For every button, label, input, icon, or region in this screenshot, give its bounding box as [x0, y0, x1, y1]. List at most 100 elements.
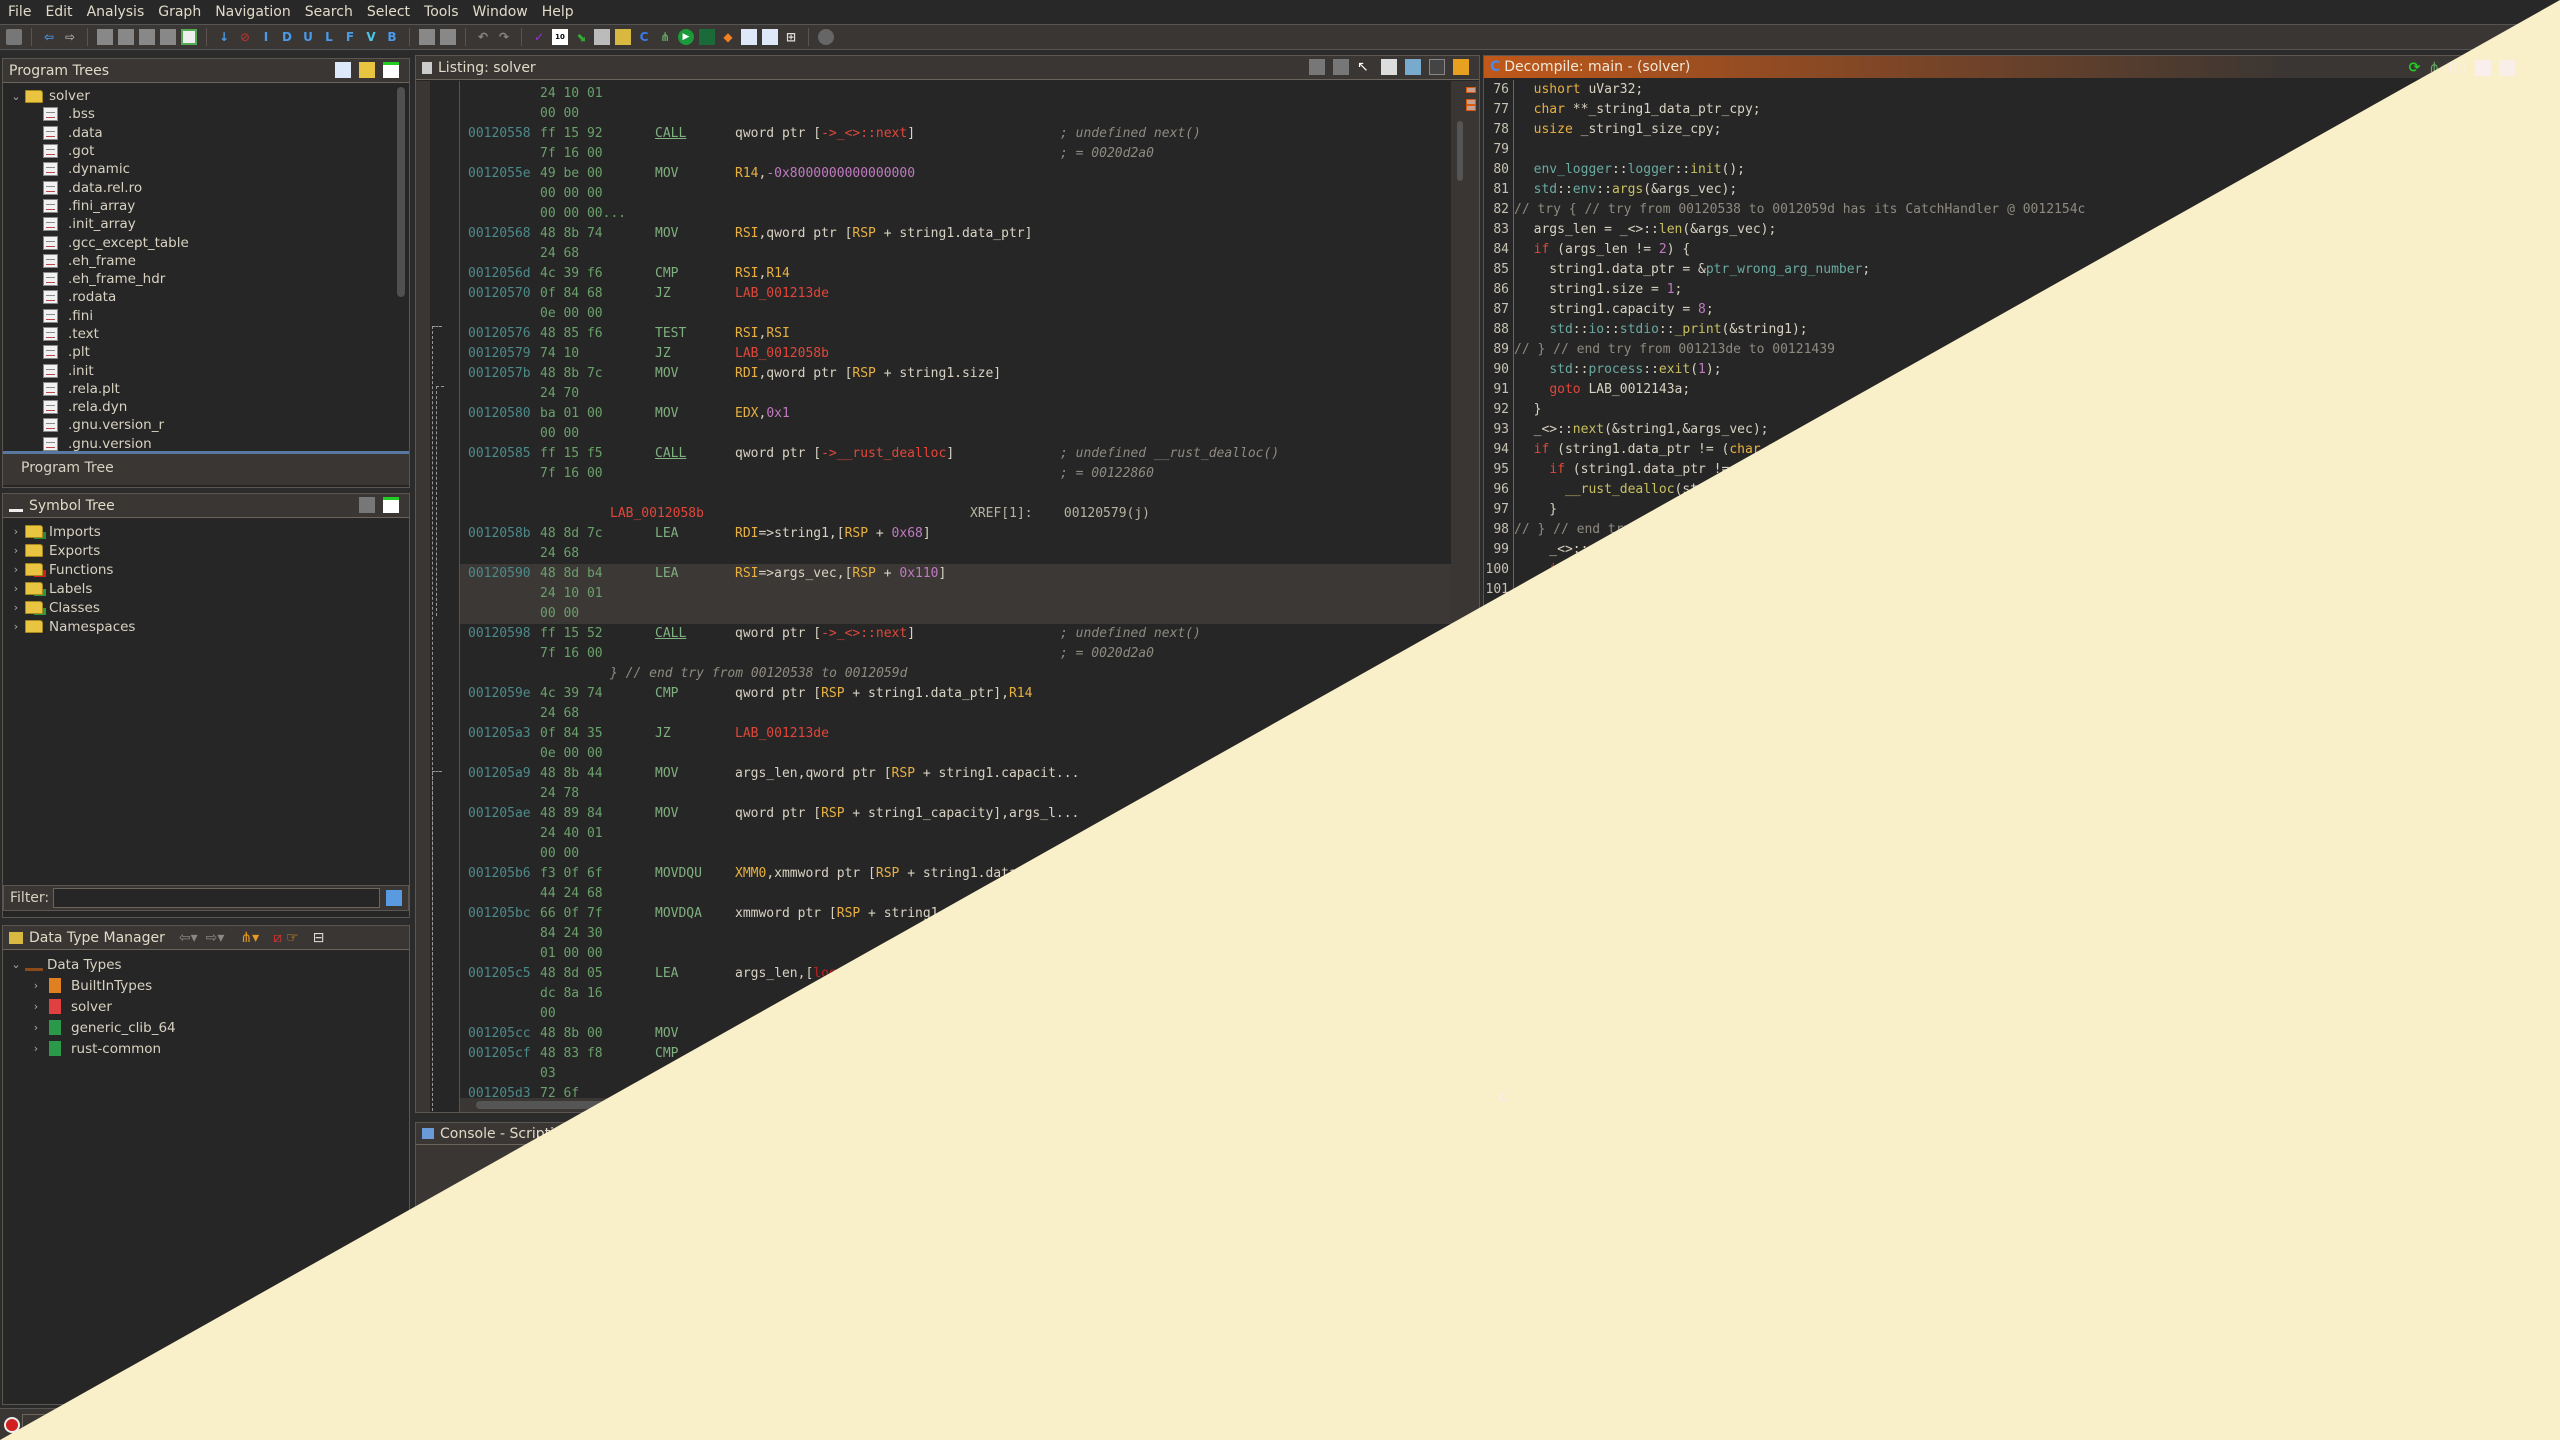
instruction-row[interactable]: 00120558 ff 15 92 CALL qword ptr [->_<>::ne… — [460, 124, 1451, 144]
program-tree-item[interactable]: .eh_frame_hdr — [3, 270, 409, 288]
code-text[interactable]: _string1_size_cpy = string1_size; — [1514, 840, 1823, 860]
code-line[interactable]: 94 if (string1.data_ptr != (char **)0x80… — [1484, 440, 2559, 460]
code-line[interactable]: 113 } — [1484, 820, 2559, 840]
bookmark-marker[interactable] — [1466, 791, 1476, 797]
code-line[interactable]: 77 char **_string1_data_ptr_cpy; — [1484, 100, 2559, 120]
code-line[interactable]: 83 args_len = _<>::len(&args_vec); — [1484, 220, 2559, 240]
operands[interactable]: qword ptr [RSP + string1.data_ptr],R14 — [735, 684, 1032, 704]
copy-icon[interactable] — [2475, 60, 2491, 76]
code-line[interactable]: 88 std::io::stdio::_print(&string1); — [1484, 320, 2559, 340]
code-line[interactable]: 107 string1.data_ptr = &ptr_str_input_pa… — [1484, 700, 2559, 720]
code-text[interactable]: ushort uVar32; — [1514, 80, 1644, 100]
code-text[interactable]: uVar15 = string1.size >> 8; — [1514, 900, 1776, 920]
code-text[interactable]: std::fs::OpenOptions::_open(&file_ptr_&_… — [1514, 980, 2269, 1000]
undo-icon[interactable]: ↶ — [475, 29, 491, 45]
code-line[interactable]: 103 string1_size = string1.size; — [1484, 620, 2559, 640]
program-tree-item[interactable]: .text — [3, 325, 409, 343]
address[interactable]: 001205a9 — [468, 764, 531, 784]
instruction-row[interactable]: 00120598 ff 15 52 CALL qword ptr [->_<>::ne… — [460, 624, 1451, 644]
paste-icon[interactable] — [1333, 59, 1349, 75]
instruction-row[interactable]: 0e 00 00 — [460, 304, 1451, 324]
scrollbar-thumb[interactable] — [2550, 218, 2556, 368]
menu-window[interactable]: Window — [473, 4, 528, 20]
instruction-row[interactable]: 0012057b 48 8b 7c MOV RDI,qword ptr [RSP + … — [460, 364, 1451, 384]
decompile-code[interactable]: 76 ushort uVar32; 77 char **_string1_data… — [1484, 78, 2559, 1081]
program-tree-item[interactable]: .rodata — [3, 288, 409, 306]
instruction-row[interactable]: 00 00 00 — [460, 184, 1451, 204]
data-type-archive[interactable]: › rust-common — [3, 1038, 409, 1059]
operands[interactable]: XMM0,xmmword ptr [RSP + string1.data_ptr… — [735, 864, 1056, 884]
code-text[interactable]: string1.size = 2; — [1514, 720, 1714, 740]
instruction-row[interactable]: 00120579 74 10 JZ LAB_0012058b — [460, 344, 1451, 364]
code-text[interactable]: string1_size = string1.size; — [1514, 620, 1784, 640]
data-icon[interactable]: D — [279, 29, 295, 45]
nav-next2-icon[interactable] — [160, 29, 176, 45]
code-line[interactable]: 96 __rust_dealloc(string1.size,string1.d… — [1484, 480, 2559, 500]
data-type-archive[interactable]: › BuiltInTypes — [3, 975, 409, 996]
mnemonic[interactable]: MOV — [655, 764, 678, 784]
mnemonic[interactable]: MOV — [655, 1024, 678, 1044]
code-text[interactable]: // try { // try from 00120625 to 0012064… — [1514, 760, 2085, 780]
code-text[interactable]: // try { // try from 0012067f to 0012069… — [1514, 940, 2085, 960]
nav-next-icon[interactable] — [118, 29, 134, 45]
address[interactable]: 001205ae — [468, 804, 531, 824]
program-tree-item[interactable]: .plt — [3, 343, 409, 361]
code-text[interactable]: std::io::stdio::_print(&string1); — [1514, 320, 1807, 340]
instruction-row[interactable]: 00 00 — [460, 424, 1451, 444]
code-line[interactable]: 111// } // end try from 00120625 to 0012… — [1484, 780, 2559, 800]
mnemonic[interactable]: JZ — [655, 344, 671, 364]
code-text[interactable]: args_len = _<>::len(&args_vec); — [1514, 220, 1777, 240]
instruction-row[interactable]: 24 70 — [460, 384, 1451, 404]
bookmark-icon[interactable]: B — [384, 29, 400, 45]
code-line[interactable]: 108 string1.size = 2; — [1484, 720, 2559, 740]
instruction-row[interactable]: } // end try from 00120538 to 0012059d — [460, 664, 1451, 684]
code-text[interactable]: string1.size = CONCAT71((uint7)uVar15 & … — [1514, 920, 2035, 940]
code-line[interactable]: 79 — [1484, 140, 2559, 160]
menu-tools[interactable]: Tools — [424, 4, 459, 20]
scrollbar-thumb[interactable] — [1457, 121, 1463, 181]
code-text[interactable] — [1514, 140, 1518, 160]
operands[interactable]: qword ptr [->__rust_dealloc] — [735, 444, 954, 464]
instruction-row[interactable]: 00 00 — [460, 604, 1451, 624]
operands[interactable]: RSI=>args_vec,[RSP + 0x110] — [735, 564, 946, 584]
code-text[interactable]: if (_string1_data_ptr_cpy != NULL) { — [1514, 1000, 1847, 1020]
program-tree-item[interactable]: .fini — [3, 307, 409, 325]
code-text[interactable]: // } // end try from 00120625 to 0012064… — [1514, 780, 1835, 800]
code-text[interactable]: string1_data_ptr = string1.data_ptr; — [1514, 600, 1847, 620]
code-line[interactable]: 86 string1.size = 1; — [1484, 280, 2559, 300]
symbol-tree-item-labels[interactable]: › Labels — [3, 579, 409, 598]
program-tree-item[interactable]: .rela.plt — [3, 380, 409, 398]
decompile-scrollbar[interactable] — [2547, 78, 2559, 1081]
binary-icon[interactable]: 10 — [552, 29, 568, 45]
instruction-row[interactable]: 001205bc 66 0f 7f MOVDQA xmmword ptr [RSP +… — [460, 904, 1451, 924]
code-line[interactable]: 81 std::env::args(&args_vec); — [1484, 180, 2559, 200]
address[interactable]: 001205bc — [468, 904, 531, 924]
tab-defined-strings[interactable]: DAT Defined Strings — [1657, 1090, 1782, 1106]
program-tree-item[interactable]: .bss — [3, 105, 409, 123]
code-line[interactable]: 122 if (_string1_data_ptr_cpy != NULL) { — [1484, 1000, 2559, 1020]
snapshot-icon[interactable] — [2523, 60, 2539, 76]
symbol-tree-item-functions[interactable]: › Functions — [3, 560, 409, 579]
instruction-row[interactable]: 001205cf 48 83 f8 CMP args_len,0x3 — [460, 1044, 1451, 1064]
instruction-row[interactable]: 001205c5 48 8d 05 LEA args_len,[log::MAX_LO… — [460, 964, 1451, 984]
code-line[interactable]: 95 if (string1.data_ptr != NULL) { — [1484, 460, 2559, 480]
cursor-icon[interactable]: ↖ — [1357, 59, 1373, 75]
copy-icon[interactable] — [1309, 59, 1325, 75]
address[interactable]: 00120570 — [468, 284, 531, 304]
mnemonic[interactable]: MOV — [655, 804, 678, 824]
instruction-icon[interactable]: I — [258, 29, 274, 45]
label-row[interactable]: LAB_0012058b XREF[1]: 00120579(j) — [460, 504, 1451, 524]
code-text[interactable]: if (string1.data_ptr != NULL) { — [1514, 460, 1792, 480]
mnemonic[interactable]: LEA — [655, 964, 678, 984]
lock-icon[interactable]: 🔒 — [2509, 1126, 2526, 1142]
instruction-row[interactable]: 00120590 48 8d b4 LEA RSI=>args_vec,[RSP + … — [460, 564, 1451, 584]
code-text[interactable]: // } // end try from 001213de to 0012143… — [1514, 340, 1835, 360]
code-line[interactable]: 121 std::fs::OpenOptions::_open(&file_pt… — [1484, 980, 2559, 1000]
mnemonic[interactable]: CALL — [655, 624, 686, 644]
check-icon[interactable]: ✓ — [531, 29, 547, 45]
code-line[interactable]: 110// try { // try from 00120625 to 0012… — [1484, 760, 2559, 780]
clear-icon[interactable]: ⊘ — [237, 29, 253, 45]
chevron-right-icon[interactable]: › — [27, 1000, 45, 1013]
code-text[interactable]: string1.size = 1; — [1514, 280, 1682, 300]
instruction-row[interactable]: 00120576 48 85 f6 TEST RSI,RSI — [460, 324, 1451, 344]
